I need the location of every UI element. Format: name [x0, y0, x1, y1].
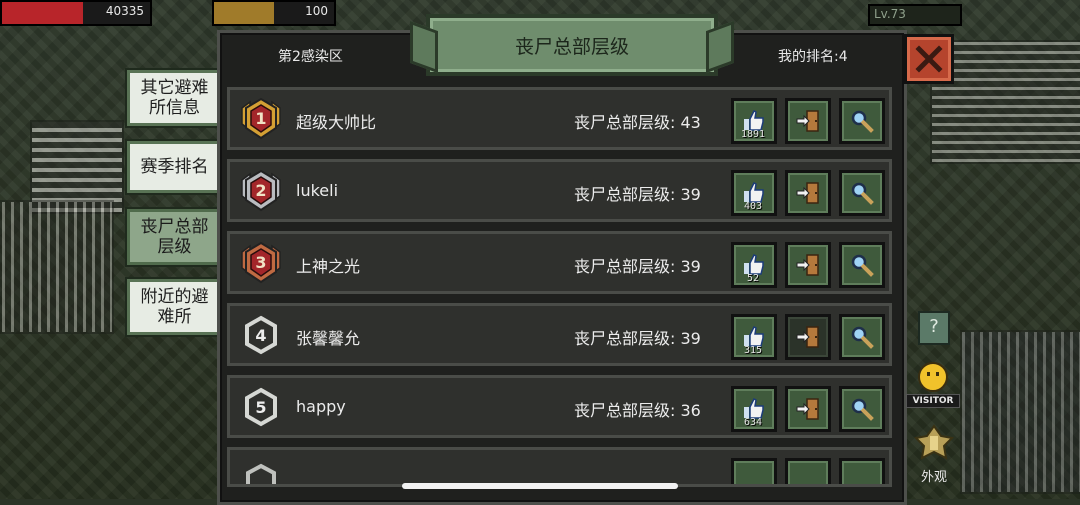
player-name: 超级大帅比 [296, 113, 377, 132]
svg-text:1: 1 [255, 109, 266, 128]
ranking-row: 3 上神之光 丧尸总部层级: 39 52 [227, 231, 892, 294]
magnifier-icon [851, 254, 874, 277]
hq-level-text: 丧尸总部层级: 36 [574, 401, 701, 420]
svg-text:5: 5 [255, 398, 266, 417]
appearance-button[interactable]: 外观 [910, 424, 958, 485]
home-indicator[interactable] [402, 483, 678, 489]
health-value: 40335 [105, 4, 144, 18]
search-button[interactable] [839, 314, 885, 360]
magnifier-icon [851, 326, 874, 349]
hq-level-text: 丧尸总部层级: 39 [574, 329, 701, 348]
smiley-icon [918, 362, 948, 392]
like-count: 315 [743, 345, 763, 356]
svg-text:3: 3 [255, 253, 266, 272]
enter-door-icon [796, 326, 819, 348]
player-name: 张馨馨允 [296, 329, 361, 348]
player-name: happy [296, 397, 346, 416]
appearance-emblem-icon [913, 424, 955, 460]
search-button[interactable] [839, 386, 885, 432]
tab-label: 丧尸总部 层级 [140, 217, 209, 257]
health-bar: 40335 [0, 0, 152, 26]
health-bar-fill [2, 2, 84, 24]
search-button[interactable] [839, 458, 885, 484]
rank-badge: 3 [238, 240, 284, 286]
visit-button[interactable] [785, 242, 831, 288]
rank-badge: 5 [238, 384, 284, 430]
tab-label: 附近的避 难所 [140, 287, 209, 327]
appearance-label: 外观 [920, 470, 947, 485]
ranking-row: 2 lukeli 丧尸总部层级: 39 403 [227, 159, 892, 222]
visit-button[interactable] [785, 98, 831, 144]
tab-nearby-shelters[interactable]: 附近的避 难所 [127, 279, 222, 335]
like-button[interactable] [731, 458, 777, 484]
rank-badge [238, 456, 284, 484]
player-name: lukeli [296, 181, 339, 200]
player-name: 上神之光 [296, 257, 361, 276]
visitor-button[interactable]: VISITOR [906, 362, 960, 408]
visitor-label: VISITOR [906, 394, 960, 408]
search-button[interactable] [839, 98, 885, 144]
zone-label: 第2感染区 [278, 49, 343, 65]
tab-zombie-hq-level[interactable]: 丧尸总部 层级 [127, 209, 222, 265]
ranking-row: 5 happy 丧尸总部层级: 36 634 [227, 375, 892, 438]
enter-door-icon [796, 254, 819, 276]
help-icon: ? [929, 316, 939, 337]
search-button[interactable] [839, 242, 885, 288]
resource-bar-fill [214, 2, 274, 24]
hq-level-text: 丧尸总部层级: 39 [574, 185, 701, 204]
enter-door-icon [796, 398, 819, 420]
close-icon [915, 45, 943, 73]
like-count: 1891 [740, 129, 766, 140]
ranking-row: 1 超级大帅比 丧尸总部层级: 43 1891 [227, 87, 892, 150]
visit-button[interactable] [785, 314, 831, 360]
visit-button[interactable] [785, 386, 831, 432]
resource-value: 100 [305, 4, 328, 18]
rank-badge: 1 [238, 96, 284, 142]
ranking-row: 4 张馨馨允 丧尸总部层级: 39 315 [227, 303, 892, 366]
ranking-row-partial [227, 447, 892, 487]
magnifier-icon [851, 182, 874, 205]
level-indicator: Lv.73 [868, 4, 962, 26]
svg-text:2: 2 [255, 181, 266, 200]
enter-door-icon [796, 110, 819, 132]
tab-season-ranking[interactable]: 赛季排名 [127, 141, 222, 193]
magnifier-icon [851, 110, 874, 133]
magnifier-icon [851, 398, 874, 421]
rank-badge: 2 [238, 168, 284, 214]
background-building [960, 330, 1080, 494]
hq-level-text: 丧尸总部层级: 39 [574, 257, 701, 276]
rank-badge: 4 [238, 312, 284, 358]
tab-other-shelters[interactable]: 其它避难 所信息 [127, 70, 222, 126]
like-count: 634 [743, 417, 763, 428]
title-plate: 丧尸总部层级 [410, 14, 734, 76]
enter-door-icon [796, 182, 819, 204]
help-button[interactable]: ? [918, 311, 950, 345]
tab-label: 其它避难 所信息 [140, 78, 209, 118]
visit-button[interactable] [785, 170, 831, 216]
level-text: Lv.73 [874, 7, 906, 21]
resource-bar: 100 [212, 0, 336, 26]
my-rank-label: 我的排名:4 [778, 49, 848, 65]
search-button[interactable] [839, 170, 885, 216]
hq-level-text: 丧尸总部层级: 43 [574, 113, 701, 132]
like-count: 403 [743, 201, 763, 212]
close-button[interactable] [904, 34, 954, 84]
tab-label: 赛季排名 [140, 157, 209, 177]
visit-button[interactable] [785, 458, 831, 484]
svg-text:4: 4 [255, 326, 266, 345]
panel-title: 丧尸总部层级 [514, 35, 629, 58]
background-building [0, 200, 114, 334]
like-count: 52 [746, 273, 760, 284]
